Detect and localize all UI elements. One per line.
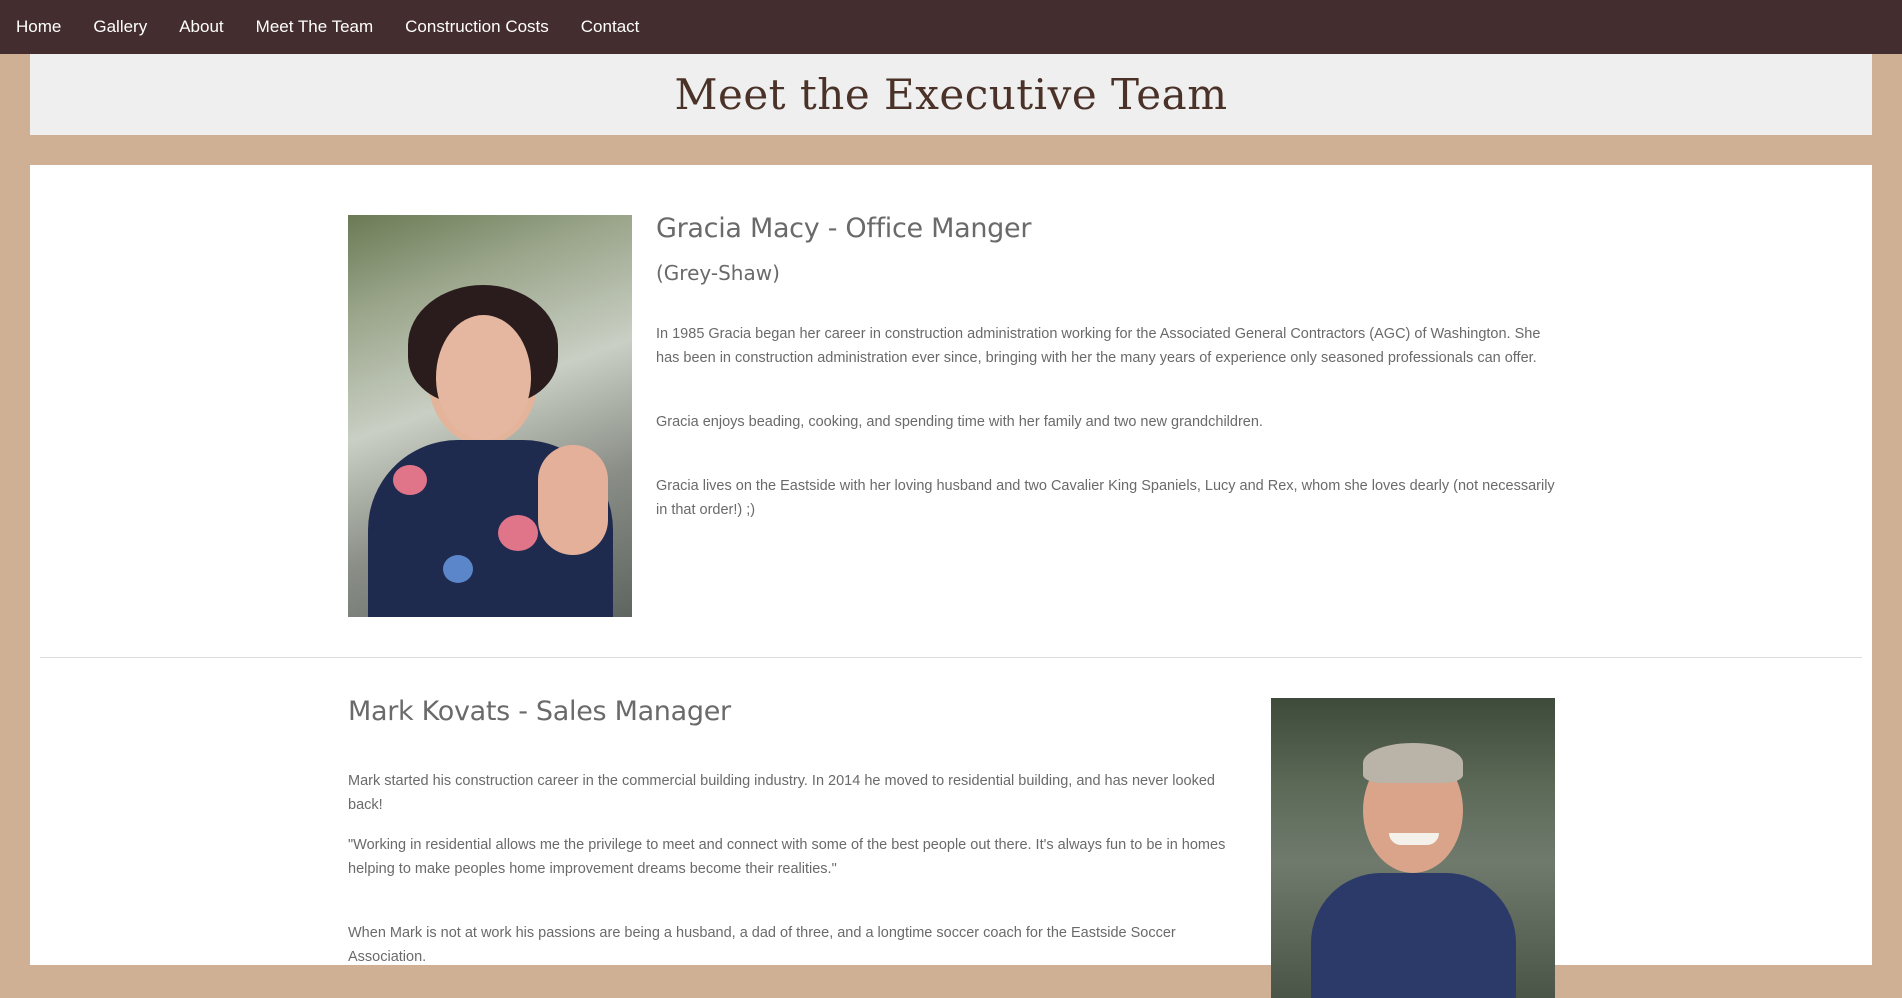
- title-band: Meet the Executive Team: [30, 54, 1872, 135]
- nav-home[interactable]: Home: [0, 0, 77, 54]
- gracia-bio-paragraph-2: Gracia enjoys beading, cooking, and spen…: [656, 414, 1263, 430]
- gracia-bio-paragraph-1: In 1985 Gracia began her career in const…: [656, 326, 1541, 366]
- nav-contact[interactable]: Contact: [565, 0, 656, 54]
- gracia-macy-name: Gracia Macy - Office Manger: [656, 213, 1032, 244]
- nav-about[interactable]: About: [163, 0, 239, 54]
- gracia-macy-photo: [348, 215, 632, 617]
- section-divider: [40, 657, 1862, 658]
- gracia-macy-subname: (Grey-Shaw): [656, 261, 780, 285]
- main-nav: Home Gallery About Meet The Team Constru…: [0, 0, 1902, 54]
- nav-gallery[interactable]: Gallery: [77, 0, 163, 54]
- team-content: Gracia Macy - Office Manger (Grey-Shaw) …: [30, 165, 1872, 998]
- gracia-bio-paragraph-3: Gracia lives on the Eastside with her lo…: [656, 478, 1555, 518]
- mark-bio-paragraph-2: "Working in residential allows me the pr…: [348, 837, 1226, 877]
- mark-bio-paragraph-3: When Mark is not at work his passions ar…: [348, 925, 1176, 965]
- nav-meet-the-team[interactable]: Meet The Team: [240, 0, 390, 54]
- mark-bio-paragraph-1: Mark started his construction career in …: [348, 773, 1215, 813]
- mark-kovats-name: Mark Kovats - Sales Manager: [348, 696, 731, 727]
- mark-kovats-photo: [1271, 698, 1555, 998]
- page-title: Meet the Executive Team: [674, 70, 1228, 119]
- nav-construction-costs[interactable]: Construction Costs: [389, 0, 565, 54]
